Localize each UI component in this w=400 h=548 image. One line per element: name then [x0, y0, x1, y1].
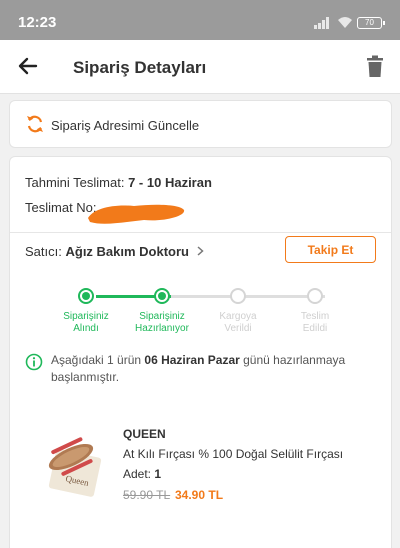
preparation-info: Aşağıdaki 1 ürün 06 Haziran Pazar günü h… — [25, 352, 380, 386]
refresh-icon — [27, 115, 43, 133]
quantity-value: 1 — [154, 467, 162, 481]
page-title: Sipariş Detayları — [73, 58, 207, 77]
seller-label: Satıcı: — [25, 244, 62, 259]
battery-level: 70 — [365, 18, 374, 27]
back-arrow-icon[interactable] — [16, 54, 40, 78]
progress-line-pending — [171, 295, 325, 298]
product-brand: QUEEN — [123, 427, 166, 441]
divider — [10, 232, 391, 233]
step-dot-received — [78, 288, 94, 304]
order-card: Tahmini Teslimat: 7 - 10 Haziran Teslima… — [9, 156, 392, 548]
estimated-delivery: Tahmini Teslimat: 7 - 10 Haziran — [25, 175, 212, 190]
step-dot-preparing — [154, 288, 170, 304]
step-label-delivered: Teslim Edildi — [300, 311, 330, 334]
product-new-price: 34.90 TL — [175, 488, 224, 502]
seller-name: Ağız Bakım Doktoru — [65, 244, 189, 259]
status-bar: 12:23 70 — [0, 0, 400, 40]
estimated-delivery-value: 7 - 10 Haziran — [128, 175, 212, 190]
chevron-right-icon — [197, 246, 204, 256]
track-order-button[interactable]: Takip Et — [285, 236, 376, 263]
seller-link[interactable]: Satıcı: Ağız Bakım Doktoru — [25, 244, 204, 259]
product-quantity: Adet: 1 — [123, 467, 161, 481]
step-label-received: Siparişiniz Alındı — [63, 311, 109, 334]
info-icon — [25, 353, 43, 371]
battery-icon: 70 — [357, 17, 385, 29]
estimated-delivery-label: Tahmini Teslimat: — [25, 175, 125, 190]
step-dot-shipped — [230, 288, 246, 304]
quantity-label: Adet: — [123, 467, 152, 481]
step-dot-delivered — [307, 288, 323, 304]
trash-icon[interactable] — [365, 55, 385, 79]
signal-icon — [314, 17, 332, 29]
update-address-card[interactable]: Sipariş Adresimi Güncelle — [9, 100, 392, 148]
step-label-shipped: Kargoya Verildi — [219, 311, 257, 334]
order-progress: Siparişiniz Alındı Siparişiniz Hazırlanıyo… — [10, 285, 391, 345]
product-name: At Kılı Fırçası % 100 Doğal Selülit Fırç… — [123, 447, 344, 461]
product-item[interactable]: Queen QUEEN At Kılı Fırçası % 100 Doğal … — [10, 409, 391, 519]
wifi-icon — [338, 17, 352, 28]
update-address-label: Sipariş Adresimi Güncelle — [51, 118, 200, 133]
status-time: 12:23 — [18, 14, 57, 31]
product-image: Queen — [48, 437, 102, 497]
step-label-preparing: Siparişiniz Hazırlanıyor — [135, 311, 189, 334]
app-bar: Sipariş Detayları — [0, 40, 400, 94]
redaction-scribble — [88, 204, 185, 224]
product-old-price: 59.90 TL — [123, 488, 171, 502]
